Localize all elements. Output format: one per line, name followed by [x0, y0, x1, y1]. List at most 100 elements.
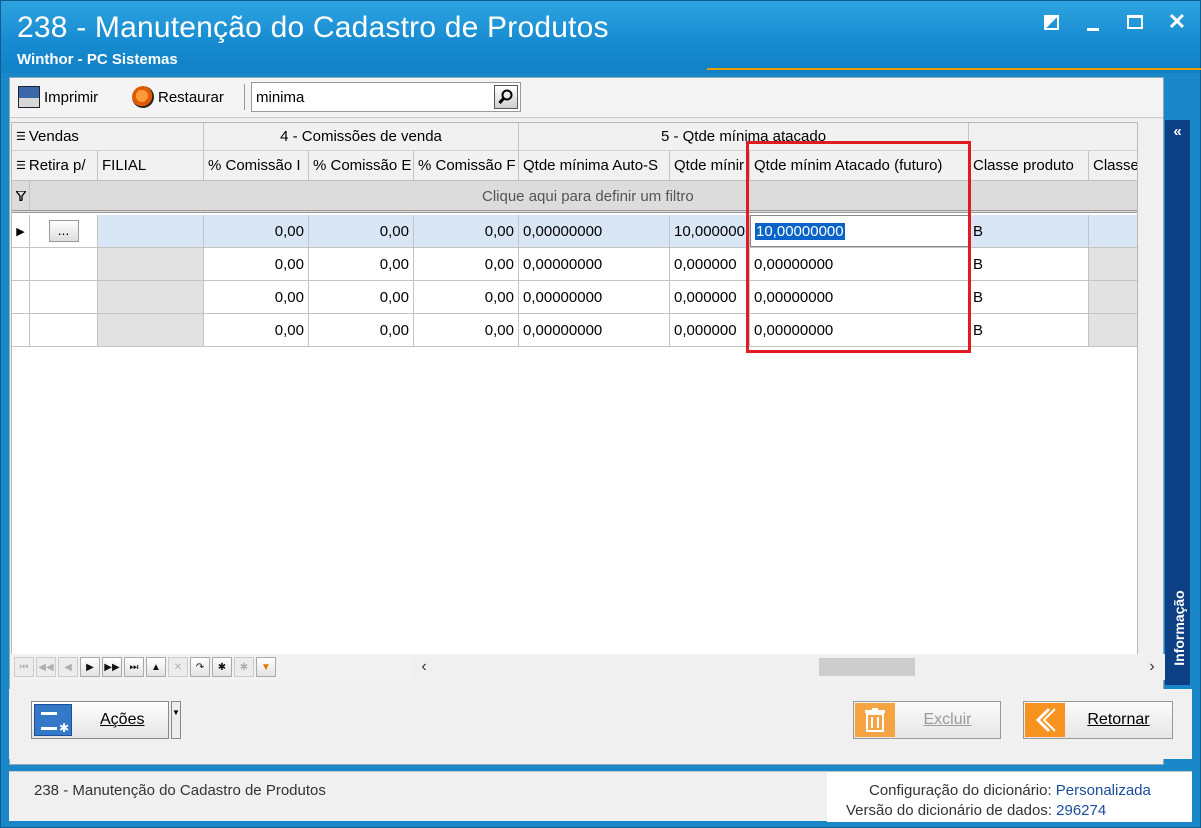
cell-retira[interactable]	[30, 314, 98, 346]
column-header-filial[interactable]: FILIAL	[98, 151, 204, 180]
cell-comissao-3[interactable]: 0,00	[414, 215, 519, 247]
cell-qtde-auto[interactable]: 0,00000000	[519, 215, 670, 247]
table-row[interactable]: ▶ ... 0,00 0,00 0,00 0,00000000 10,00000…	[12, 215, 1137, 248]
selected-value[interactable]: 10,00000000	[755, 222, 845, 240]
products-grid[interactable]: ☰ Vendas 4 - Comissões de venda 5 - Qtde…	[11, 122, 1138, 662]
clear-bookmark-button[interactable]: ✱	[234, 657, 254, 677]
search-icon	[498, 89, 513, 105]
cell-filial[interactable]	[98, 215, 204, 247]
cell-filial[interactable]	[98, 281, 204, 313]
cell-comissao-3[interactable]: 0,00	[414, 314, 519, 346]
cell-qtde-min[interactable]: 10,000000	[670, 215, 750, 247]
retornar-button[interactable]: Retornar	[1023, 701, 1173, 739]
insert-record-button[interactable]: ▲	[146, 657, 166, 677]
cell-qtde-min[interactable]: 0,000000	[670, 281, 750, 313]
column-header-classe-produto[interactable]: Classe produto	[969, 151, 1089, 180]
column-header-comissao-3[interactable]: % Comissão F	[414, 151, 519, 180]
cell-classe-produto[interactable]: B	[969, 314, 1089, 346]
next-record-button[interactable]: ▶	[80, 657, 100, 677]
scroll-left-icon[interactable]: ‹	[413, 656, 435, 678]
scroll-thumb[interactable]	[819, 658, 915, 676]
excluir-button[interactable]: Excluir	[853, 701, 1001, 739]
horizontal-scrollbar[interactable]: ‹ ›	[411, 656, 1163, 678]
column-header-comissao-1[interactable]: % Comissão I	[204, 151, 309, 180]
cell-retira[interactable]	[30, 248, 98, 280]
print-label: Imprimir	[44, 88, 99, 106]
cell-qtde-atacado-futuro[interactable]: 0,00000000	[750, 248, 969, 280]
cell-comissao-1[interactable]: 0,00	[204, 314, 309, 346]
band-qtde-minima[interactable]: 5 - Qtde mínima atacado	[519, 123, 969, 150]
cell-classe-est[interactable]	[1089, 215, 1137, 247]
ellipsis-button[interactable]: ...	[48, 220, 79, 242]
cell-comissao-2[interactable]: 0,00	[309, 248, 414, 280]
cell-qtde-auto[interactable]: 0,00000000	[519, 281, 670, 313]
cell-comissao-1[interactable]: 0,00	[204, 281, 309, 313]
band-vendas[interactable]: ☰ Vendas	[12, 123, 204, 150]
column-header-classe-est[interactable]: Classe est	[1089, 151, 1138, 180]
cell-qtde-auto[interactable]: 0,00000000	[519, 314, 670, 346]
info-panel-label[interactable]: Informação	[1171, 588, 1187, 668]
main-panel: Imprimir Restaurar ☰	[9, 77, 1166, 765]
cell-classe-produto[interactable]: B	[969, 281, 1089, 313]
delete-record-button[interactable]: ✕	[168, 657, 188, 677]
column-header-qtde-auto[interactable]: Qtde mínima Auto-S	[519, 151, 670, 180]
cell-retira[interactable]: ...	[30, 215, 98, 247]
column-header-qtde-atacado-futuro[interactable]: Qtde mínim Atacado (futuro)	[750, 151, 969, 180]
cell-retira[interactable]	[30, 281, 98, 313]
scroll-right-icon[interactable]: ›	[1141, 656, 1163, 678]
title-bar[interactable]: 238 - Manutenção do Cadastro de Produtos…	[1, 1, 1201, 73]
cell-classe-est[interactable]	[1089, 248, 1137, 280]
column-header-retira[interactable]: ☰ Retira p/	[12, 151, 98, 180]
acoes-dropdown-button[interactable]: ▼	[171, 701, 181, 739]
cell-qtde-atacado-futuro-editor[interactable]: 10,00000000	[750, 215, 969, 247]
prev-page-button[interactable]: ◀◀	[36, 657, 56, 677]
acoes-button[interactable]: Ações	[31, 701, 169, 739]
header-label: Classe est	[1093, 157, 1138, 174]
restore-button[interactable]: Restaurar	[132, 84, 224, 110]
cell-filial[interactable]	[98, 248, 204, 280]
table-row[interactable]: 0,00 0,00 0,00 0,00000000 0,000000 0,000…	[12, 248, 1137, 281]
refresh-button[interactable]: ↷	[190, 657, 210, 677]
cell-qtde-auto[interactable]: 0,00000000	[519, 248, 670, 280]
search-input[interactable]	[256, 87, 486, 107]
cell-comissao-2[interactable]: 0,00	[309, 314, 414, 346]
column-header-comissao-2[interactable]: % Comissão E	[309, 151, 414, 180]
cell-filial[interactable]	[98, 314, 204, 346]
cell-qtde-min[interactable]: 0,000000	[670, 314, 750, 346]
cell-comissao-1[interactable]: 0,00	[204, 248, 309, 280]
table-row[interactable]: 0,00 0,00 0,00 0,00000000 0,000000 0,000…	[12, 314, 1137, 347]
cell-classe-produto[interactable]: B	[969, 215, 1089, 247]
band-comissoes[interactable]: 4 - Comissões de venda	[204, 123, 519, 150]
cell-comissao-1[interactable]: 0,00	[204, 215, 309, 247]
cell-qtde-atacado-futuro[interactable]: 0,00000000	[750, 281, 969, 313]
filter-row[interactable]: Clique aqui para definir um filtro	[12, 181, 1137, 213]
cell-comissao-3[interactable]: 0,00	[414, 248, 519, 280]
close-button[interactable]: ✕	[1166, 9, 1188, 35]
info-side-panel[interactable]: « Informação	[1165, 120, 1190, 685]
cell-classe-est[interactable]	[1089, 314, 1137, 346]
search-button[interactable]	[494, 85, 518, 109]
bookmark-button[interactable]: ✱	[212, 657, 232, 677]
band-qtde-label: 5 - Qtde mínima atacado	[660, 128, 827, 145]
prev-record-button[interactable]: ◀	[58, 657, 78, 677]
cell-comissao-2[interactable]: 0,00	[309, 281, 414, 313]
last-record-button[interactable]: ⏭	[124, 657, 144, 677]
restore-window-button[interactable]	[1040, 9, 1062, 35]
collapse-info-button[interactable]: «	[1165, 120, 1190, 142]
minimize-button[interactable]	[1082, 9, 1104, 35]
cell-classe-est[interactable]	[1089, 281, 1137, 313]
table-row[interactable]: 0,00 0,00 0,00 0,00000000 0,000000 0,000…	[12, 281, 1137, 314]
define-filter-link[interactable]: Clique aqui para definir um filtro	[482, 188, 694, 205]
maximize-button[interactable]	[1124, 9, 1146, 35]
filter-button[interactable]: ▼	[256, 657, 276, 677]
next-page-button[interactable]: ▶▶	[102, 657, 122, 677]
column-header-qtde-min[interactable]: Qtde mínir	[670, 151, 750, 180]
cell-qtde-atacado-futuro[interactable]: 0,00000000	[750, 314, 969, 346]
cell-qtde-min[interactable]: 0,000000	[670, 248, 750, 280]
cell-comissao-3[interactable]: 0,00	[414, 281, 519, 313]
config-value: Personalizada	[1055, 782, 1151, 799]
cell-comissao-2[interactable]: 0,00	[309, 215, 414, 247]
print-button[interactable]: Imprimir	[18, 84, 98, 110]
first-page-button[interactable]: ⏮	[14, 657, 34, 677]
cell-classe-produto[interactable]: B	[969, 248, 1089, 280]
